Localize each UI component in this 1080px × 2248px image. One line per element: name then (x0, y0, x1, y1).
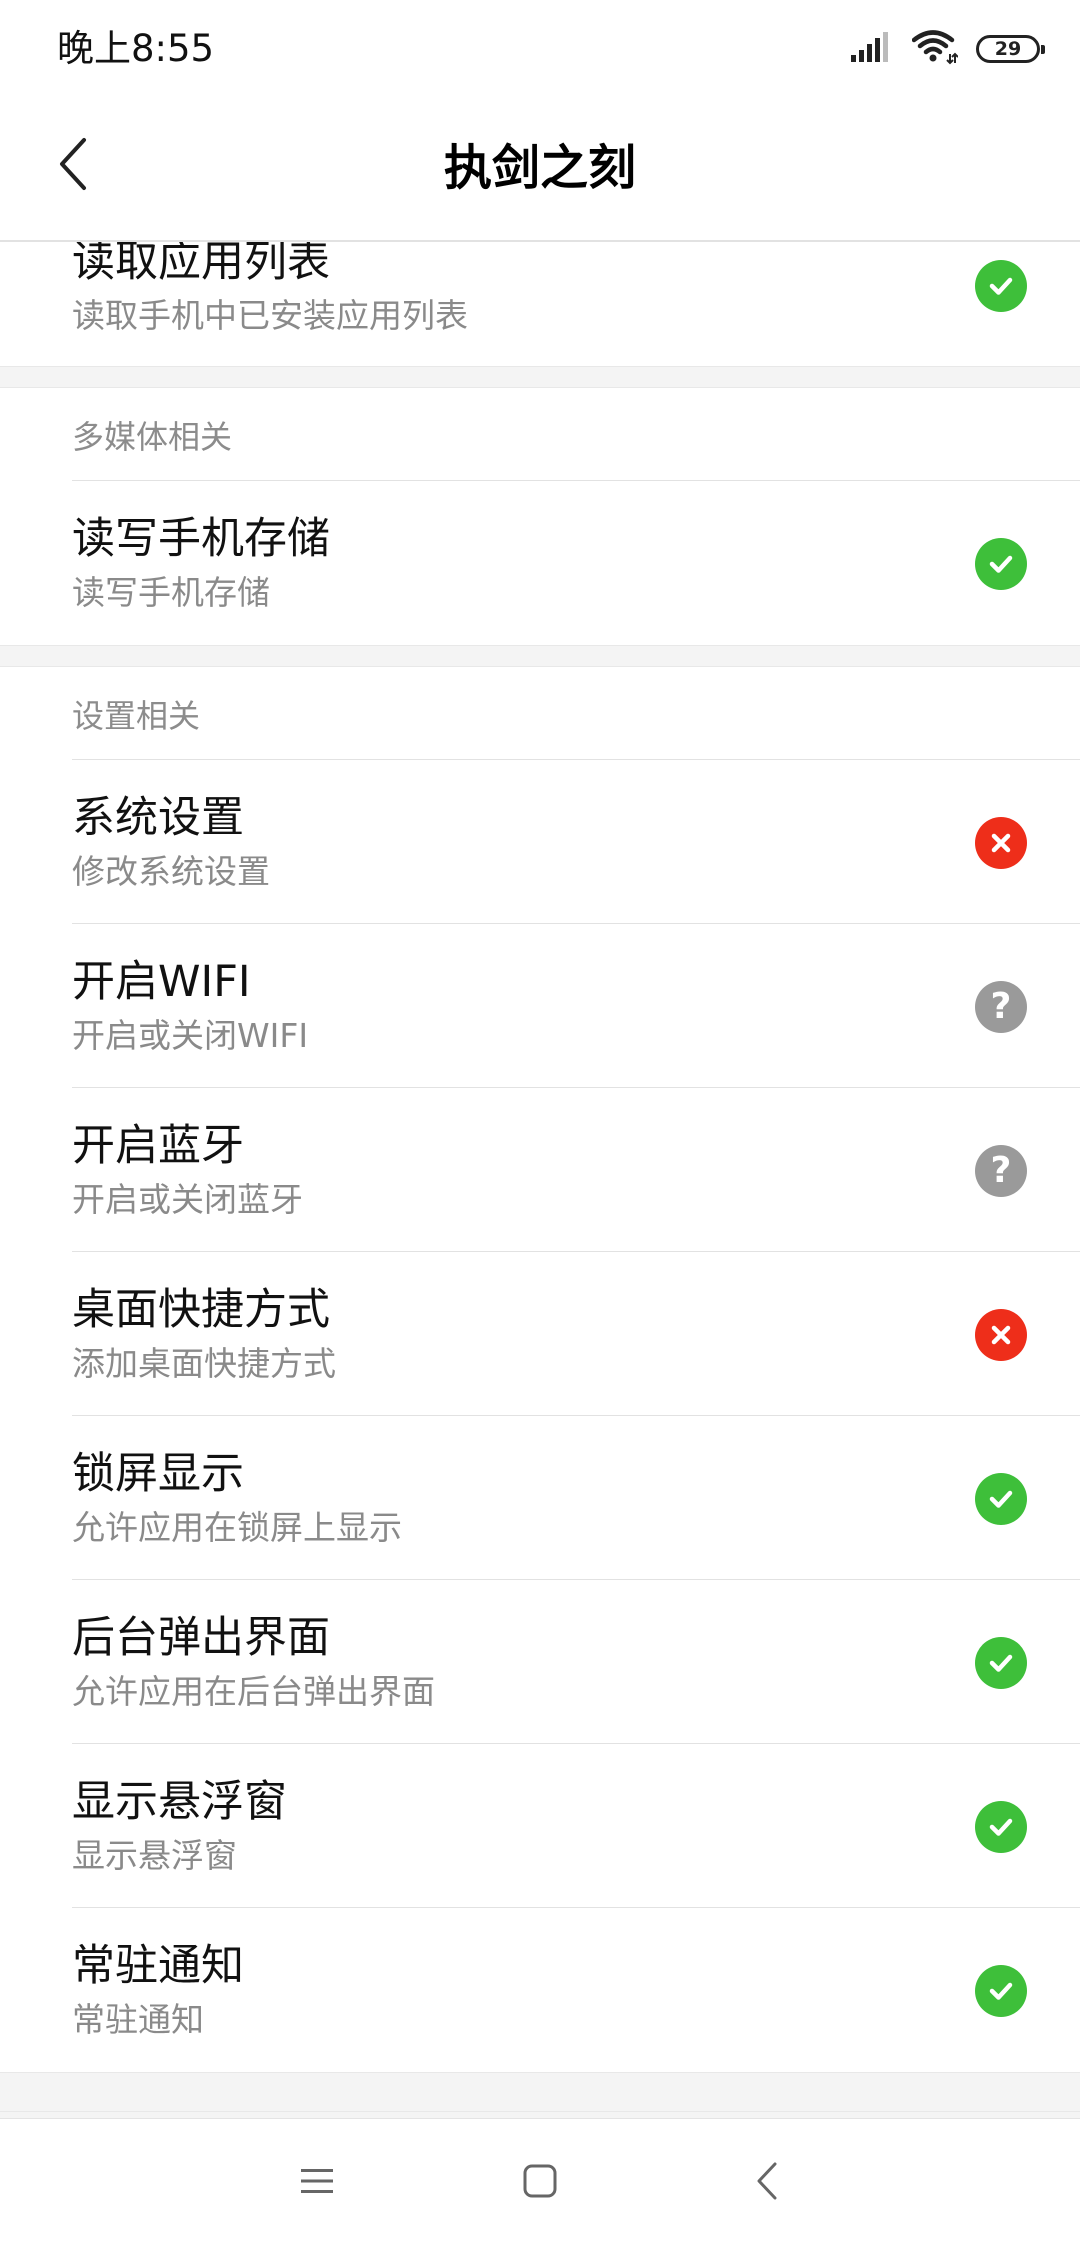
section-gap (0, 2072, 1080, 2112)
back-nav-button[interactable] (735, 2151, 799, 2215)
check-icon[interactable] (975, 1965, 1027, 2017)
permission-desc: 允许应用在锁屏上显示 (72, 1508, 402, 1547)
section-header: 多媒体相关 (0, 388, 1080, 481)
battery-icon: 29 (976, 35, 1045, 63)
permission-list[interactable]: 读取应用列表 读取手机中已安装应用列表 多媒体相关 读写手机存储 读写手机存储 … (0, 242, 1080, 2118)
permission-title: 桌面快捷方式 (72, 1285, 330, 1335)
section-settings: 设置相关 系统设置 修改系统设置 开启WIFI 开启或关闭WIFI ? 开启蓝牙… (0, 667, 1080, 2072)
permission-row[interactable]: 读写手机存储 读写手机存储 (0, 481, 1080, 645)
permission-row[interactable]: 开启蓝牙 开启或关闭蓝牙 ? (0, 1088, 1080, 1252)
check-icon[interactable] (975, 1801, 1027, 1853)
signal-icon (850, 31, 894, 67)
permission-desc: 修改系统设置 (72, 852, 270, 891)
battery-level: 29 (994, 38, 1022, 60)
section-gap (0, 366, 1080, 388)
permission-title: 常驻通知 (72, 1941, 244, 1991)
permission-title: 显示悬浮窗 (72, 1777, 287, 1827)
question-icon[interactable]: ? (975, 981, 1027, 1033)
permission-title: 锁屏显示 (72, 1449, 244, 1499)
permission-title: 读写手机存储 (72, 514, 330, 564)
permission-title: 后台弹出界面 (72, 1613, 330, 1663)
question-icon[interactable]: ? (975, 1145, 1027, 1197)
permission-row[interactable]: 显示悬浮窗 显示悬浮窗 (0, 1744, 1080, 1908)
permission-desc: 允许应用在后台弹出界面 (72, 1672, 435, 1711)
permission-title: 系统设置 (72, 793, 244, 843)
permission-desc: 开启或关闭蓝牙 (72, 1180, 303, 1219)
section-gap (0, 645, 1080, 667)
home-icon (522, 2163, 558, 2203)
permission-row[interactable]: 桌面快捷方式 添加桌面快捷方式 (0, 1252, 1080, 1416)
section-multimedia: 多媒体相关 读写手机存储 读写手机存储 (0, 388, 1080, 645)
permission-desc: 读写手机存储 (72, 573, 270, 612)
permission-desc: 读取手机中已安装应用列表 (72, 296, 468, 335)
permission-title: 开启蓝牙 (72, 1121, 244, 1171)
permission-row[interactable]: 读取应用列表 读取手机中已安装应用列表 (0, 242, 1080, 366)
title-bar: 执剑之刻 (0, 100, 1080, 242)
check-icon[interactable] (975, 1473, 1027, 1525)
wifi-icon (911, 29, 959, 69)
permission-row[interactable]: 后台弹出界面 允许应用在后台弹出界面 (0, 1580, 1080, 1744)
status-time: 晚上8:55 (57, 27, 215, 70)
nav-bar (0, 2118, 1080, 2248)
home-button[interactable] (508, 2151, 572, 2215)
status-bar: 晚上8:55 29 (0, 0, 1080, 100)
permission-title: 开启WIFI (72, 957, 251, 1007)
permission-desc: 添加桌面快捷方式 (72, 1344, 336, 1383)
permission-desc: 开启或关闭WIFI (72, 1016, 309, 1055)
permission-title: 读取应用列表 (72, 242, 330, 287)
check-icon[interactable] (975, 260, 1027, 312)
section-app-list: 读取应用列表 读取手机中已安装应用列表 (0, 242, 1080, 366)
permission-row[interactable]: 锁屏显示 允许应用在锁屏上显示 (0, 1416, 1080, 1580)
permission-desc: 显示悬浮窗 (72, 1836, 237, 1875)
cross-icon[interactable] (975, 1309, 1027, 1361)
page-title: 执剑之刻 (443, 140, 636, 196)
check-icon[interactable] (975, 1637, 1027, 1689)
section-header: 设置相关 (0, 667, 1080, 760)
menu-button[interactable] (285, 2151, 349, 2215)
status-icons: 29 (850, 26, 1045, 72)
menu-icon (299, 2165, 335, 2201)
back-icon (755, 2161, 779, 2205)
check-icon[interactable] (975, 538, 1027, 590)
permission-row[interactable]: 常驻通知 常驻通知 (0, 1908, 1080, 2072)
permission-desc: 常驻通知 (72, 2000, 204, 2039)
cross-icon[interactable] (975, 817, 1027, 869)
permission-row[interactable]: 开启WIFI 开启或关闭WIFI ? (0, 924, 1080, 1088)
permission-row[interactable]: 系统设置 修改系统设置 (0, 760, 1080, 924)
